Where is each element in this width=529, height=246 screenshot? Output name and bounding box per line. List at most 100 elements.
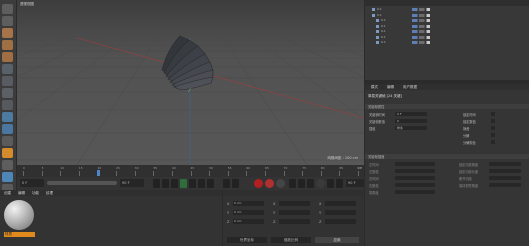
loop-icon[interactable] [223,179,230,188]
object-name: 0.1 [381,34,386,39]
coord-space-dropdown[interactable]: 世界坐标 [227,237,267,243]
goto-start-icon[interactable] [153,179,160,188]
autokey-icon[interactable] [265,179,274,188]
timeline-tick [190,171,191,176]
menu-texture[interactable]: 纹理 [46,191,53,196]
texture-icon[interactable] [2,40,13,50]
timeline-menu-icon[interactable] [336,179,343,188]
edges-icon[interactable] [2,76,13,86]
attr-checkbox[interactable] [491,133,495,137]
apply-button[interactable]: 应用 [315,237,359,243]
playhead[interactable] [97,170,100,176]
coord-field[interactable]: 0 cm [233,201,264,206]
points-icon[interactable] [2,64,13,74]
polygons-icon[interactable] [2,88,13,98]
attr-field[interactable] [489,162,521,166]
timeline-tick-label: 10 [60,166,65,170]
attr-field[interactable] [395,190,435,194]
object-manager: 0.1 0.1 0.1 0.1 0.1 0.1 0.1 [365,0,529,80]
3d-viewport[interactable]: 透视视图 网格间距 : 100 cm [17,0,364,165]
attr-field[interactable] [395,176,435,180]
scale-icon[interactable] [2,124,13,134]
coord-field[interactable] [325,201,356,206]
axis-icon[interactable] [2,100,13,110]
checker-icon[interactable] [2,28,13,38]
attr-label: 关键帧数值 [369,120,385,124]
attr-checkbox[interactable] [491,140,495,144]
menu-edit[interactable]: 编辑 [18,191,25,196]
lock-icon[interactable] [2,172,13,182]
play-icon[interactable] [180,179,187,188]
position-key-icon[interactable] [289,179,296,188]
next-key-icon[interactable] [198,179,205,188]
snap-icon[interactable] [2,136,13,146]
object-tags[interactable] [412,41,430,44]
attr-right-label: 保持视觉角度 [459,184,479,188]
goto-end-icon[interactable] [207,179,214,188]
object-tags[interactable] [412,8,430,11]
attr-field[interactable]: 0 [395,119,427,123]
coord-axis-label: X [319,202,322,206]
menu-edit[interactable]: 编辑 [387,85,394,90]
prev-key-icon[interactable] [162,179,169,188]
attr-checkbox[interactable] [491,119,495,123]
scale-key-icon[interactable] [298,179,305,188]
attr-field[interactable] [489,183,521,187]
current-frame-field[interactable]: 90 F [346,179,364,187]
menu-create[interactable]: 创建 [4,191,11,196]
object-row[interactable]: 0.1 [372,40,527,47]
attr-field[interactable] [395,169,435,173]
param-key-icon[interactable] [316,179,325,188]
attr-field[interactable] [489,169,521,173]
object-tags[interactable] [412,13,430,17]
workplane-icon[interactable] [2,160,13,170]
rewind-icon[interactable] [232,179,239,188]
material-manager: 创建 编辑 功能 纹理 材质 [0,190,222,246]
move-icon[interactable] [2,112,13,122]
uv-icon[interactable] [2,52,13,62]
end-frame-field[interactable]: 90 F [120,179,144,187]
coord-field[interactable] [279,210,310,215]
fan-object[interactable] [161,35,214,91]
attr-field[interactable]: 0 F [395,112,427,116]
attr-field[interactable] [395,183,435,187]
rotation-key-icon[interactable] [307,179,314,188]
viewport-label[interactable]: 透视视图 [20,2,34,7]
object-tags[interactable] [412,24,430,28]
menu-mode[interactable]: 模式 [371,85,378,90]
coord-field[interactable] [325,219,356,224]
timeline-tick-label: 75 [302,166,306,170]
attr-field[interactable] [395,162,435,166]
attr-field[interactable]: 样条 [395,126,427,130]
coord-field[interactable] [279,219,310,224]
timeline-tick-label: 50 [209,166,213,170]
range-slider[interactable] [47,181,117,185]
keyframe-selection-icon[interactable] [276,179,285,188]
menu-userdata[interactable]: 用户数据 [403,85,417,90]
sculpt-icon[interactable] [2,148,13,158]
object-tags[interactable] [412,19,430,22]
pla-key-icon[interactable] [327,179,334,188]
coord-field[interactable] [325,210,356,215]
material-label[interactable]: 材质 [4,232,35,237]
attr-field[interactable] [489,176,521,180]
coord-field[interactable]: 0 cm [233,210,264,215]
object-tags[interactable] [412,35,430,39]
timeline-tick-label: 60 [246,166,251,170]
attr-checkbox[interactable] [491,112,495,116]
cube-icon[interactable] [2,16,13,26]
undo-icon[interactable] [2,4,13,14]
coord-field[interactable]: 0 cm [233,219,264,224]
attr-checkbox[interactable] [491,126,495,130]
prev-frame-icon[interactable] [171,179,178,188]
timeline-tick [227,171,229,176]
next-frame-icon[interactable] [189,179,196,188]
menu-function[interactable]: 功能 [32,191,39,196]
start-frame-field[interactable]: 0 F [20,179,44,187]
object-tags[interactable] [412,30,430,33]
timeline-ruler[interactable]: 0 5 10 15 20 25 30 35 40 45 50 55 60 65 70 75 80 85 90 0 F [17,165,364,177]
coord-field[interactable] [279,201,310,206]
material-preview[interactable] [4,200,34,230]
coord-size-dropdown[interactable]: 缩放比例 [271,237,311,243]
record-icon[interactable] [254,179,263,188]
